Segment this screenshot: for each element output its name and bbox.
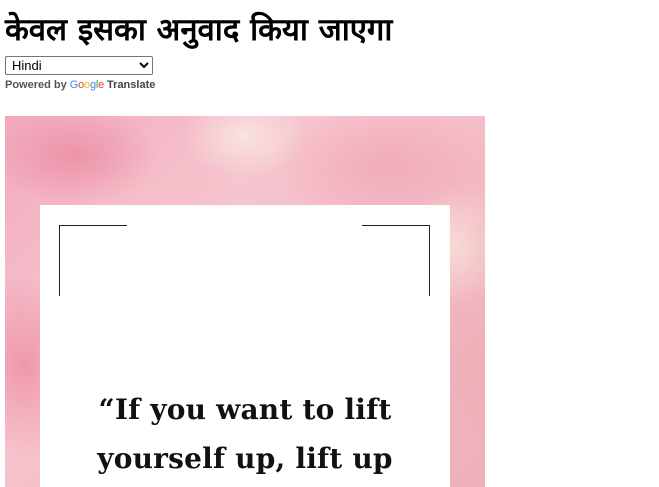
page-title: केवल इसका अनुवाद किया जाएगा [5, 12, 393, 48]
language-select[interactable]: Hindi [5, 56, 153, 75]
quote-line-1: “If you want to lift [98, 393, 392, 426]
powered-by-label: Powered by [5, 79, 67, 91]
quote-card: “If you want to lift yourself up, lift u… [40, 205, 450, 487]
google-translate-attribution: Powered by Google Translate [5, 79, 155, 91]
hero-banner: “If you want to lift yourself up, lift u… [5, 116, 485, 487]
top-left-corner-frame [59, 225, 127, 296]
quote-line-2: yourself up, lift up [97, 442, 393, 475]
google-logo-letter: G [69, 79, 79, 91]
quote-text: “If you want to lift yourself up, lift u… [40, 385, 450, 483]
translate-link[interactable]: Translate [107, 79, 155, 91]
google-logo[interactable]: Google [70, 79, 104, 91]
google-logo-letter: e [98, 79, 105, 91]
top-right-corner-frame [362, 225, 430, 296]
